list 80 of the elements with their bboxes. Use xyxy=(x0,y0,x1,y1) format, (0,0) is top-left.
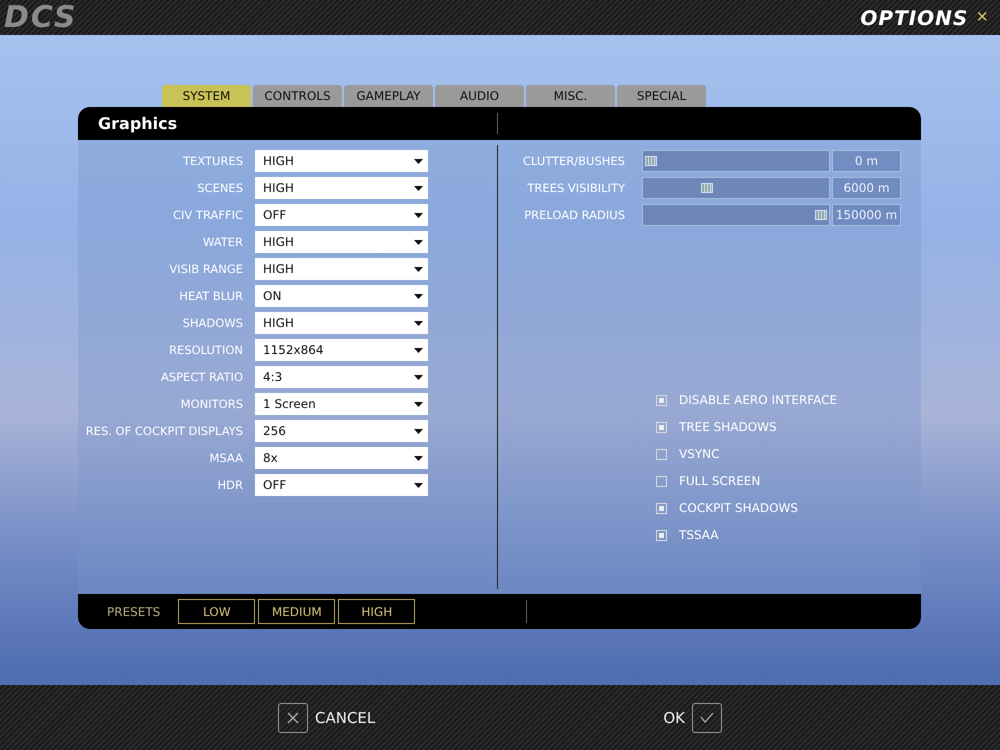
tab[interactable]: GAMEPLAY xyxy=(344,85,433,107)
caret-icon xyxy=(414,374,423,380)
checkbox[interactable] xyxy=(656,394,667,406)
checkbox[interactable] xyxy=(656,476,667,486)
checkbox-label: FULL SCREEN xyxy=(679,474,760,488)
setting-label: RESOLUTION xyxy=(168,343,243,357)
dropdown[interactable]: HIGH xyxy=(255,177,428,199)
slider-value: 0 m xyxy=(832,150,901,172)
preset-button[interactable]: HIGH xyxy=(338,599,416,624)
slider-thumb[interactable] xyxy=(701,183,714,193)
dropdown[interactable]: ON xyxy=(255,285,428,307)
checkbox[interactable] xyxy=(656,530,667,540)
slider-track[interactable] xyxy=(642,177,830,199)
setting-label: HDR xyxy=(216,478,243,492)
tab[interactable]: CONTROLS xyxy=(253,85,342,107)
slider-label: PRELOAD RADIUS xyxy=(523,208,625,222)
caret-icon xyxy=(414,212,423,218)
caret-icon xyxy=(414,320,423,326)
panel-title: Graphics xyxy=(97,114,178,133)
caret-icon xyxy=(414,402,423,406)
dropdown[interactable]: 1152x864 xyxy=(255,339,428,361)
setting-label: RES. OF COCKPIT DISPLAYS xyxy=(84,424,243,438)
presets-label: PRESETS xyxy=(107,604,160,618)
setting-label: VISIB RANGE xyxy=(168,262,243,276)
tab[interactable]: SYSTEM xyxy=(162,85,251,107)
dropdown[interactable]: 256 xyxy=(255,420,428,442)
dropdown[interactable]: HIGH xyxy=(255,231,428,253)
tab[interactable]: MISC. xyxy=(526,85,615,107)
setting-label: TEXTURES xyxy=(182,154,243,168)
checkbox[interactable] xyxy=(656,448,667,460)
caret-icon xyxy=(414,348,423,352)
checkbox-label: DISABLE AERO INTERFACE xyxy=(679,393,838,407)
setting-label: MSAA xyxy=(208,451,243,465)
caret-icon xyxy=(414,266,423,272)
setting-label: MONITORS xyxy=(180,397,243,411)
close-button[interactable]: × xyxy=(976,6,988,29)
dropdown[interactable]: HIGH xyxy=(255,150,428,172)
preset-button[interactable]: MEDIUM xyxy=(258,599,336,624)
cancel-button[interactable]: CANCEL xyxy=(278,702,376,732)
checkbox-label: COCKPIT SHADOWS xyxy=(679,501,798,515)
caret-icon xyxy=(414,456,423,460)
checkbox-label: TSSAA xyxy=(679,528,719,542)
slider-thumb[interactable] xyxy=(645,156,657,166)
logo: DCS xyxy=(4,0,78,35)
slider-value: 150000 m xyxy=(832,204,901,226)
slider-track[interactable] xyxy=(642,204,830,226)
dropdown[interactable]: HIGH xyxy=(255,312,428,334)
tab[interactable]: AUDIO xyxy=(435,85,524,107)
dropdown[interactable]: OFF xyxy=(255,204,428,226)
caret-icon xyxy=(414,158,423,164)
dropdown[interactable]: HIGH xyxy=(255,258,428,280)
caret-icon xyxy=(414,240,423,244)
checkbox[interactable] xyxy=(656,502,667,514)
setting-label: SHADOWS xyxy=(182,316,243,330)
window-title: OPTIONS xyxy=(860,6,968,30)
dropdown[interactable]: 4:3 xyxy=(255,366,428,388)
caret-icon xyxy=(414,482,423,488)
tab[interactable]: SPECIAL xyxy=(617,85,706,107)
setting-label: WATER xyxy=(202,235,243,249)
caret-icon xyxy=(414,428,423,434)
dropdown[interactable]: 1 Screen xyxy=(255,393,428,415)
setting-label: CIV TRAFFIC xyxy=(172,208,243,222)
dropdown[interactable]: OFF xyxy=(255,474,428,496)
checkbox[interactable] xyxy=(656,422,667,432)
checkbox-label: VSYNC xyxy=(679,447,720,461)
checkbox-label: TREE SHADOWS xyxy=(679,420,777,434)
caret-icon xyxy=(414,186,423,190)
slider-value: 6000 m xyxy=(832,177,901,199)
setting-label: ASPECT RATIO xyxy=(160,370,243,384)
preset-button[interactable]: LOW xyxy=(178,599,256,624)
setting-label: HEAT BLUR xyxy=(178,289,243,303)
setting-label: SCENES xyxy=(196,181,243,195)
slider-label: CLUTTER/BUSHES xyxy=(522,154,625,168)
dropdown[interactable]: 8x xyxy=(255,447,428,469)
slider-track[interactable] xyxy=(642,150,830,172)
slider-label: TREES VISIBILITY xyxy=(526,181,625,195)
caret-icon xyxy=(414,294,423,298)
checkmark-icon xyxy=(700,712,714,724)
slider-thumb[interactable] xyxy=(815,210,827,220)
close-icon xyxy=(287,712,299,724)
